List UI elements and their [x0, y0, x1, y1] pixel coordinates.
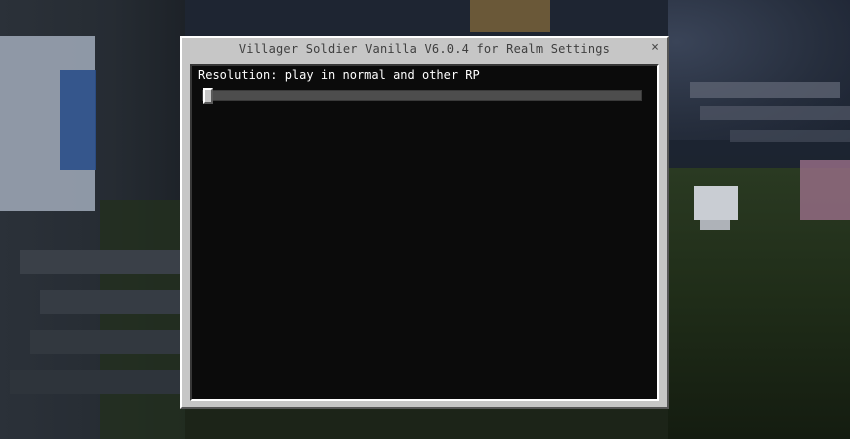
resolution-setting-label: Resolution: play in normal and other RP [198, 68, 480, 82]
ghost-mob-detail [60, 70, 96, 170]
sky-strip [185, 0, 668, 36]
ghast-tentacles [700, 220, 730, 230]
settings-dialog: Villager Soldier Vanilla V6.0.4 for Real… [180, 36, 669, 409]
cloud [700, 106, 850, 120]
grass-slope [100, 200, 185, 439]
resolution-slider[interactable] [202, 88, 642, 104]
cloud [690, 82, 840, 98]
ghast-mob [694, 186, 738, 220]
resolution-slider-thumb[interactable] [203, 88, 213, 104]
stone-step [20, 250, 180, 274]
dialog-title: Villager Soldier Vanilla V6.0.4 for Real… [238, 42, 611, 56]
close-icon[interactable]: × [648, 41, 662, 55]
cloud [730, 130, 850, 142]
stone-step [30, 330, 180, 354]
sunset-cloud [470, 0, 550, 32]
stone-step [10, 370, 180, 394]
cherry-tree [800, 160, 850, 220]
stone-step [40, 290, 180, 314]
ground [185, 409, 668, 439]
settings-panel: Resolution: play in normal and other RP [190, 64, 659, 401]
